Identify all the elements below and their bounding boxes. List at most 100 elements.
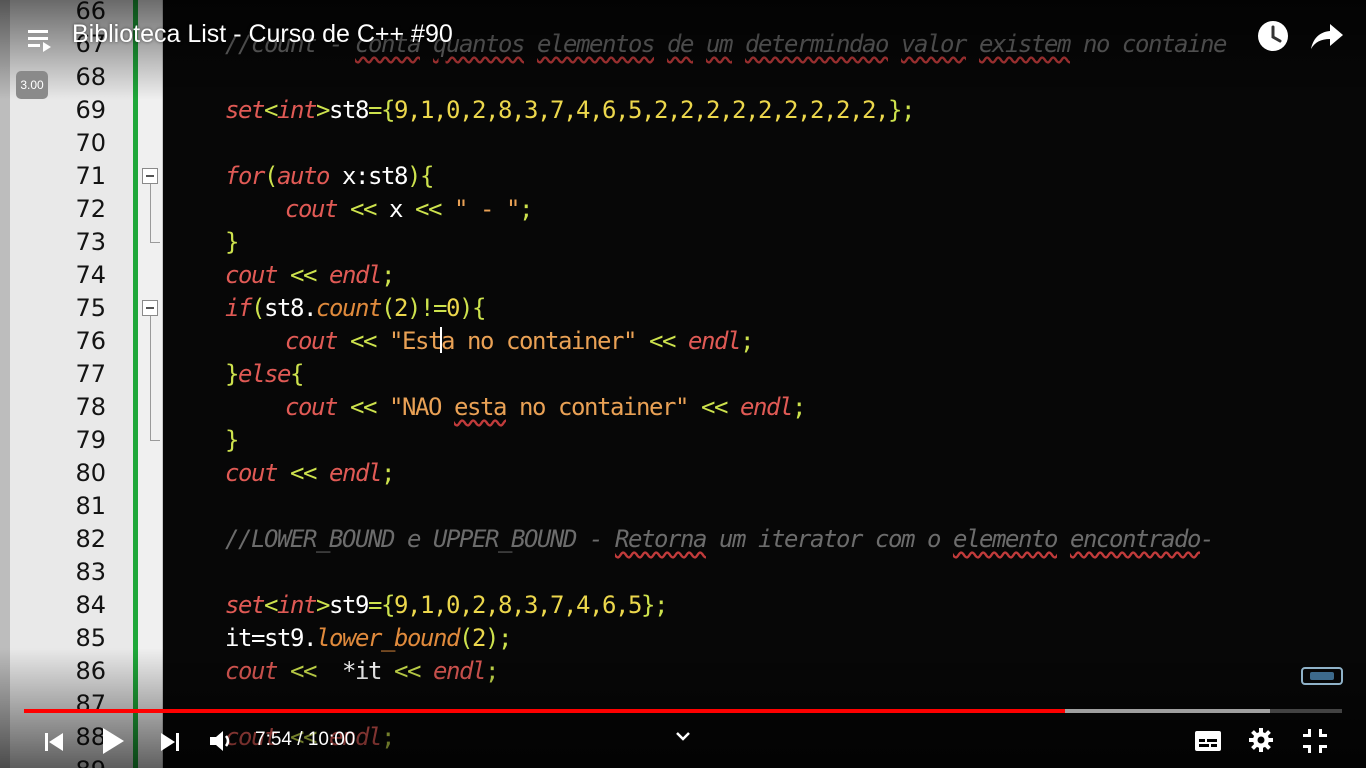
code-token: encontrado bbox=[1069, 525, 1201, 553]
code-token: 2 bbox=[472, 624, 486, 652]
code-token: elementos bbox=[537, 30, 655, 58]
code-token: no bbox=[1070, 30, 1122, 58]
code-token: ) bbox=[459, 294, 473, 322]
code-token: { bbox=[381, 591, 395, 619]
exit-fullscreen-icon[interactable] bbox=[1302, 728, 1328, 754]
line-number: 87 bbox=[75, 690, 106, 718]
progress-bar[interactable] bbox=[24, 709, 1342, 713]
line-number: 86 bbox=[75, 657, 106, 685]
code-token: valor bbox=[901, 30, 967, 58]
code-token: { bbox=[381, 96, 395, 124]
code-token: << bbox=[688, 393, 740, 421]
code-token: else bbox=[238, 360, 291, 388]
code-token: set bbox=[225, 96, 265, 124]
line-number: 72 bbox=[75, 195, 106, 223]
code-line-73: } bbox=[225, 226, 239, 259]
code-line-80: cout << endl; bbox=[225, 457, 395, 490]
code-token: ; bbox=[740, 327, 754, 355]
code-token: << bbox=[394, 657, 433, 685]
code-token: } bbox=[225, 228, 239, 256]
code-token: < bbox=[264, 591, 278, 619]
code-token: ; bbox=[654, 591, 668, 619]
code-token: cout bbox=[285, 393, 338, 421]
current-time: 7:54 bbox=[255, 729, 292, 750]
code-token: endl bbox=[329, 261, 382, 289]
line-number: 71 bbox=[75, 162, 106, 190]
code-token: } bbox=[887, 96, 902, 124]
code-line-82: //LOWER_BOUND e UPPER_BOUND - Retorna um… bbox=[225, 523, 1214, 556]
code-token: ; bbox=[485, 657, 499, 685]
code-token: ) bbox=[407, 294, 421, 322]
code-token: { bbox=[472, 294, 486, 322]
code-token: st8 bbox=[329, 96, 369, 124]
code-line-71: for(auto x:st8){ bbox=[225, 160, 434, 193]
code-line-85: it=st9.lower_bound(2); bbox=[225, 622, 512, 655]
code-token: ) bbox=[407, 162, 421, 190]
gear-icon[interactable] bbox=[1248, 727, 1274, 753]
code-token: ; bbox=[900, 96, 915, 124]
code-token: count bbox=[316, 294, 382, 322]
code-token: = bbox=[368, 96, 382, 124]
code-token: st bbox=[415, 327, 442, 355]
code-token: > bbox=[316, 96, 330, 124]
code-token: it=st9. bbox=[225, 624, 317, 652]
line-number: 70 bbox=[75, 129, 106, 157]
skip-next-icon[interactable] bbox=[158, 730, 182, 754]
code-token: int bbox=[277, 96, 317, 124]
fold-guide-line bbox=[150, 316, 151, 440]
code-token: << bbox=[277, 261, 329, 289]
code-token: ) bbox=[485, 624, 499, 652]
code-token: << bbox=[402, 195, 454, 223]
code-token: lower_bound bbox=[316, 624, 460, 652]
code-token: int bbox=[277, 591, 317, 619]
code-token: set bbox=[225, 591, 265, 619]
line-number: 79 bbox=[75, 426, 106, 454]
code-token: um bbox=[706, 30, 733, 58]
volume-icon[interactable] bbox=[208, 729, 236, 753]
code-line-75: if(st8.count(2)!=0){ bbox=[225, 292, 486, 325]
code-token: ( bbox=[381, 294, 395, 322]
code-token: ( bbox=[264, 162, 278, 190]
code-token: << bbox=[636, 327, 688, 355]
code-line-77: }else{ bbox=[225, 358, 304, 391]
line-number: 74 bbox=[75, 261, 106, 289]
play-icon[interactable] bbox=[100, 726, 126, 756]
code-token: 9,1,0,2,8,3,7,4,6,5 bbox=[394, 591, 642, 619]
code-token: << bbox=[337, 393, 389, 421]
share-icon[interactable] bbox=[1310, 20, 1344, 52]
playlist-icon[interactable] bbox=[26, 26, 54, 54]
code-token: "NAO bbox=[389, 393, 454, 421]
code-token: elemento bbox=[952, 525, 1058, 553]
line-number: 83 bbox=[75, 558, 106, 586]
subtitles-icon[interactable] bbox=[1194, 729, 1222, 753]
video-title[interactable]: Biblioteca List - Curso de C++ #90 bbox=[72, 20, 453, 49]
code-token: != bbox=[420, 294, 447, 322]
code-token: { bbox=[420, 162, 434, 190]
line-number: 84 bbox=[75, 591, 106, 619]
code-token: ; bbox=[498, 624, 512, 652]
code-token: for bbox=[225, 162, 265, 190]
chevron-down-icon[interactable] bbox=[674, 730, 692, 744]
line-number: 69 bbox=[75, 96, 106, 124]
code-token: endl bbox=[740, 393, 793, 421]
code-line-86: cout << *it << endl; bbox=[225, 655, 499, 688]
code-token: } bbox=[225, 426, 239, 454]
fold-toggle-for[interactable] bbox=[142, 168, 158, 184]
code-token: "E bbox=[389, 327, 416, 355]
code-token: no container" bbox=[506, 393, 689, 421]
skip-previous-icon[interactable] bbox=[42, 730, 66, 754]
code-token: auto bbox=[277, 162, 330, 190]
fold-guide-line bbox=[150, 184, 151, 242]
code-token: de bbox=[667, 30, 694, 58]
clock-icon[interactable] bbox=[1256, 19, 1290, 53]
fold-toggle-if[interactable] bbox=[142, 300, 158, 316]
channel-watermark[interactable] bbox=[1300, 664, 1344, 688]
line-number: 68 bbox=[75, 63, 106, 91]
code-token: um iterator com o bbox=[705, 525, 953, 553]
code-token: - bbox=[1199, 525, 1214, 553]
code-token: existem bbox=[979, 30, 1071, 58]
code-token: ; bbox=[381, 723, 395, 751]
time-separator: / bbox=[291, 729, 308, 750]
